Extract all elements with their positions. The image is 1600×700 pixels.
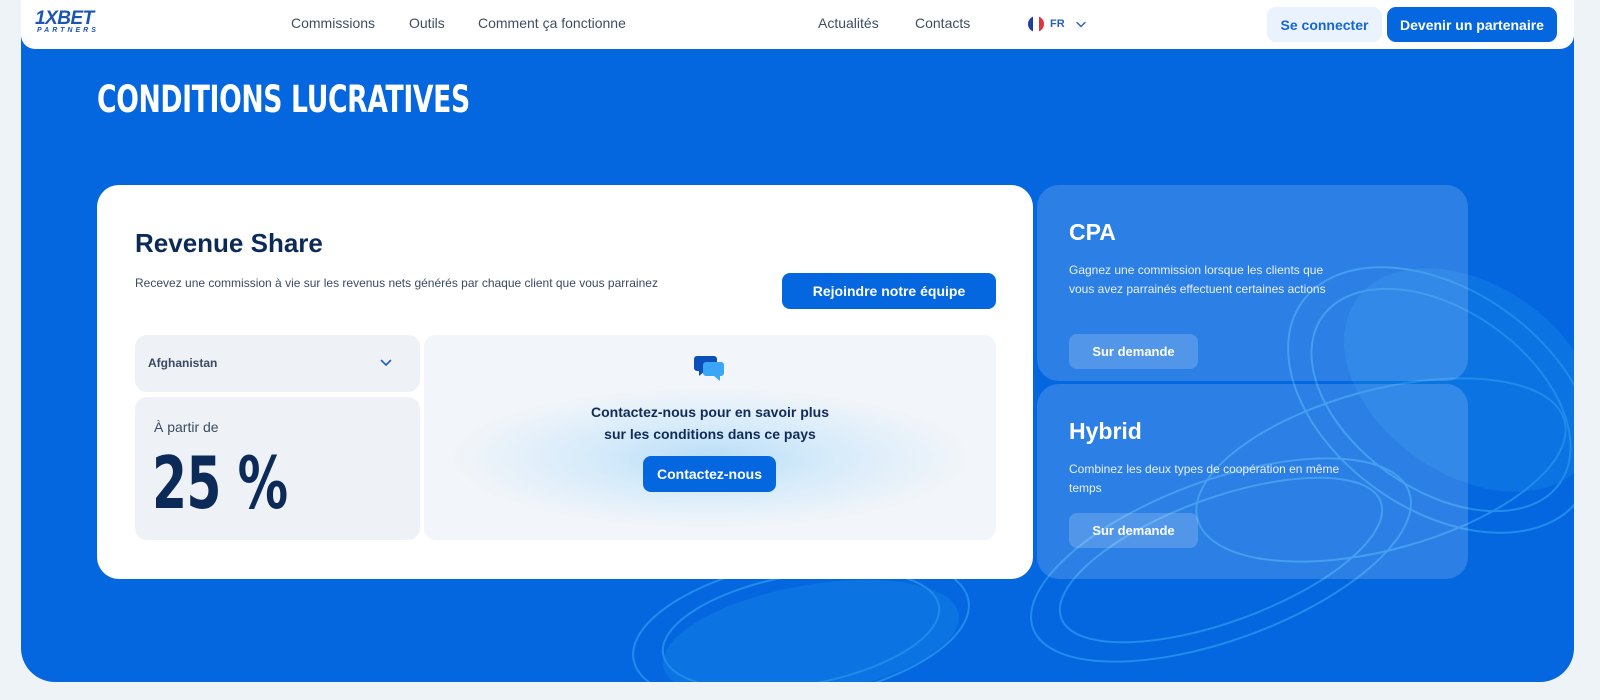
country-dropdown[interactable]: Afghanistan xyxy=(135,335,420,392)
login-button[interactable]: Se connecter xyxy=(1267,7,1382,42)
top-header: 1XBET PARTNERS Commissions Outils Commen… xyxy=(21,0,1574,49)
become-partner-button[interactable]: Devenir un partenaire xyxy=(1387,7,1557,42)
cpa-description: Gagnez une commission lorsque les client… xyxy=(1069,263,1326,296)
chat-bubbles-icon xyxy=(694,356,724,381)
chevron-down-icon xyxy=(1075,21,1086,27)
contact-message-line-1: Contactez-nous pour en savoir plus xyxy=(590,404,830,420)
nav-contacts[interactable]: Contacts xyxy=(915,15,970,31)
country-selected-value: Afghanistan xyxy=(148,356,218,370)
section-title: CONDITIONS LUCRATIVES xyxy=(97,78,470,121)
commission-rate-box: À partir de 25 % xyxy=(135,397,420,540)
revenue-share-description: Recevez une commission à vie sur les rev… xyxy=(135,276,658,290)
contact-info-box: Contactez-nous pour en savoir plus sur l… xyxy=(424,335,996,540)
rate-label: À partir de xyxy=(154,419,219,435)
nav-actualites[interactable]: Actualités xyxy=(818,15,879,31)
revenue-share-title: Revenue Share xyxy=(135,228,323,258)
nav-comment-ca-fonctionne[interactable]: Comment ça fonctionne xyxy=(478,15,626,31)
cpa-title: CPA xyxy=(1069,219,1116,245)
hybrid-card: Hybrid Combinez les deux types de coopér… xyxy=(1037,384,1468,579)
cpa-card: CPA Gagnez une commission lorsque les cl… xyxy=(1037,185,1468,381)
contact-message: Contactez-nous pour en savoir plus sur l… xyxy=(424,401,996,445)
language-label: FR xyxy=(1050,18,1065,30)
nav-commissions[interactable]: Commissions xyxy=(291,15,375,31)
page-frame: 1XBET PARTNERS Commissions Outils Commen… xyxy=(21,0,1574,682)
contact-us-button[interactable]: Contactez-nous xyxy=(643,456,776,492)
hybrid-description: Combinez les deux types de coopération e… xyxy=(1069,462,1340,495)
logo-subtitle: PARTNERS xyxy=(37,27,99,34)
cpa-on-demand-button[interactable]: Sur demande xyxy=(1069,334,1198,369)
france-flag-icon xyxy=(1028,16,1044,32)
join-team-button[interactable]: Rejoindre notre équipe xyxy=(782,273,996,309)
brand-logo[interactable]: 1XBET PARTNERS xyxy=(35,8,115,38)
revenue-share-card: Revenue Share Recevez une commission à v… xyxy=(97,185,1033,579)
language-selector[interactable]: FR xyxy=(1028,15,1086,33)
rate-value: 25 % xyxy=(152,441,288,525)
hybrid-title: Hybrid xyxy=(1069,418,1142,444)
nav-outils[interactable]: Outils xyxy=(409,15,445,31)
hybrid-on-demand-button[interactable]: Sur demande xyxy=(1069,513,1198,548)
chevron-down-icon xyxy=(380,359,392,367)
contact-message-line-2: sur les conditions dans ce pays xyxy=(604,426,816,442)
